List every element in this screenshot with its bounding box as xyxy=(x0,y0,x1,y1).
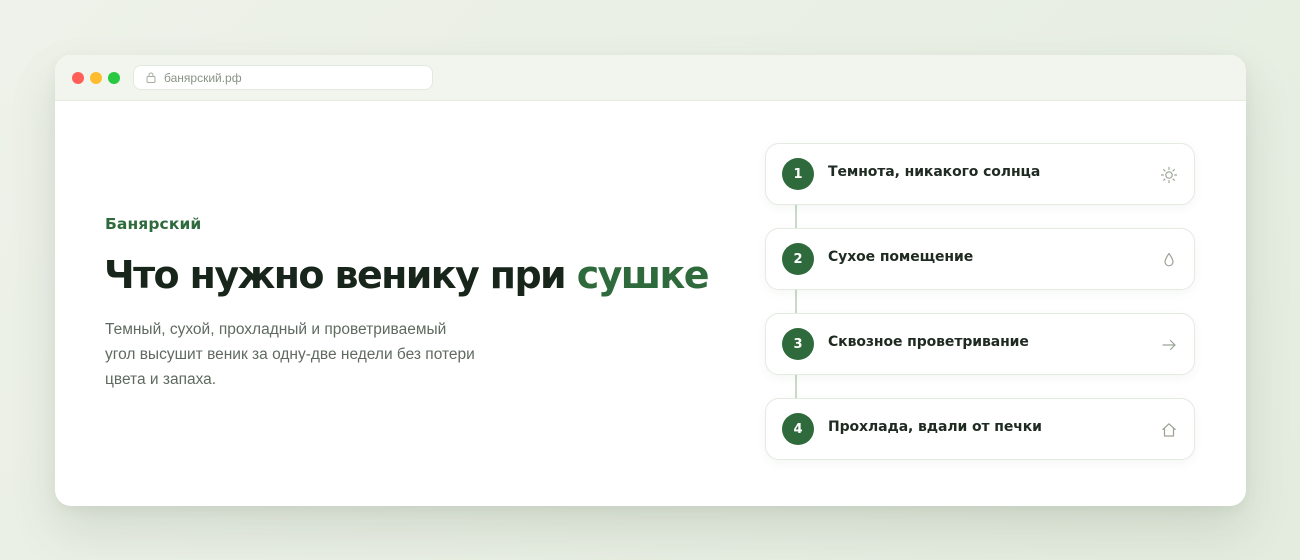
brand-label: Банярский xyxy=(105,215,202,233)
step-card-2[interactable]: 2 Сухое помещение xyxy=(765,228,1195,290)
minimize-window-button[interactable] xyxy=(90,72,102,84)
page-content: Банярский Что нужно венику при сушке Тем… xyxy=(55,101,1246,506)
step-label: Темнота, никакого солнца xyxy=(828,164,1041,180)
maximize-window-button[interactable] xyxy=(108,72,120,84)
lock-icon xyxy=(146,72,156,83)
lead-paragraph: Темный, сухой, прохладный и проветриваем… xyxy=(105,321,475,388)
step-card-4[interactable]: 4 Прохлада, вдали от печки xyxy=(765,398,1195,460)
arrow-right-icon xyxy=(1162,339,1176,351)
step-number: 1 xyxy=(782,158,814,190)
browser-toolbar: банярский.рф xyxy=(55,55,1246,101)
page-title: Что нужно венику при сушке xyxy=(104,253,710,297)
headline-main: Что нужно венику при xyxy=(104,253,577,297)
step-label: Сквозное проветривание xyxy=(828,334,1029,350)
headline-accent: сушке xyxy=(576,253,710,297)
steps-list: 1 Темнота, никакого солнца 2 Сухое помещ… xyxy=(765,143,1195,463)
step-number: 2 xyxy=(782,243,814,275)
step-number: 4 xyxy=(782,413,814,445)
close-window-button[interactable] xyxy=(72,72,84,84)
step-label: Прохлада, вдали от печки xyxy=(828,419,1042,435)
step-card-3[interactable]: 3 Сквозное проветривание xyxy=(765,313,1195,375)
browser-window: банярский.рф Банярский Что нужно венику … xyxy=(55,55,1246,506)
step-label: Сухое помещение xyxy=(828,249,974,265)
drop-icon xyxy=(1164,252,1174,267)
house-icon xyxy=(1162,423,1176,437)
url-text: банярский.рф xyxy=(164,70,242,85)
address-bar[interactable]: банярский.рф xyxy=(133,65,433,90)
sun-icon xyxy=(1160,166,1178,184)
step-card-1[interactable]: 1 Темнота, никакого солнца xyxy=(765,143,1195,205)
step-number: 3 xyxy=(782,328,814,360)
